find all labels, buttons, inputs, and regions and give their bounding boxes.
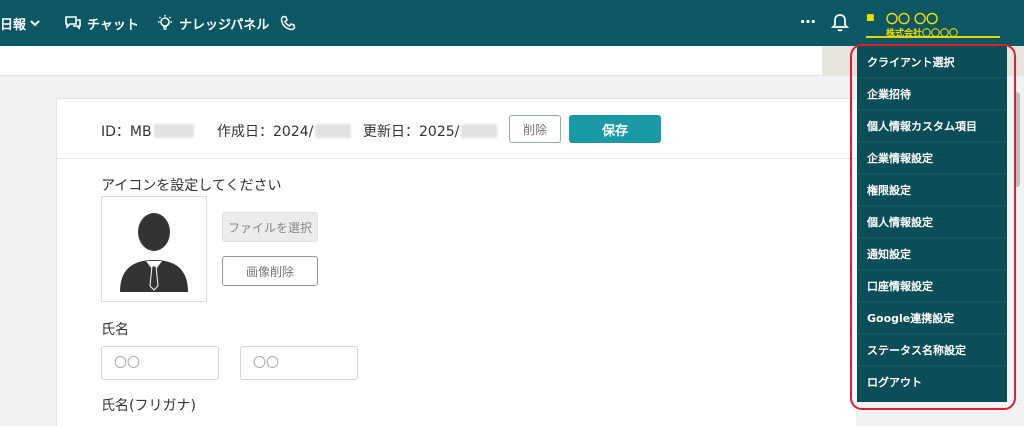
nav-daily-report-label: 日報 bbox=[0, 17, 27, 33]
masked-created-date bbox=[315, 124, 352, 138]
last-name-input[interactable] bbox=[101, 346, 219, 380]
nav-chat-label: チャット bbox=[87, 17, 139, 33]
nav-knowledge-panel-label: ナレッジパネル bbox=[179, 17, 270, 33]
record-id-label: ID：MB bbox=[101, 124, 152, 140]
masked-id bbox=[153, 124, 194, 138]
avatar-placeholder-icon bbox=[120, 213, 188, 292]
highlight-outline bbox=[850, 44, 1016, 410]
card-header: ID：MB 作成日：2024/ 更新日：2025/ 削除 保存 bbox=[57, 99, 857, 159]
kana-name-label: 氏名(フリガナ) bbox=[101, 398, 196, 414]
user-badge-icon: ■ bbox=[866, 13, 875, 23]
delete-button[interactable]: 削除 bbox=[509, 115, 561, 143]
file-select-button[interactable]: ファイルを選択 bbox=[222, 212, 318, 242]
save-button[interactable]: 保存 bbox=[569, 115, 661, 143]
icon-setting-label: アイコンを設定してください bbox=[101, 178, 282, 194]
updated-date-label: 更新日：2025/ bbox=[363, 124, 460, 140]
chevron-down-icon bbox=[30, 20, 40, 27]
masked-updated-date bbox=[461, 124, 498, 138]
image-delete-button[interactable]: 画像削除 bbox=[222, 256, 318, 286]
phone-icon bbox=[280, 15, 296, 31]
nav-phone[interactable] bbox=[280, 0, 301, 46]
nav-daily-report[interactable]: 日報 bbox=[0, 0, 41, 46]
nav-knowledge-panel[interactable]: ナレッジパネル bbox=[156, 0, 269, 46]
bell-icon[interactable] bbox=[831, 13, 849, 33]
nav-chat[interactable]: チャット bbox=[64, 0, 139, 46]
avatar-preview bbox=[101, 196, 207, 302]
profile-card: ID：MB 作成日：2024/ 更新日：2025/ 削除 保存 アイコンを設定し… bbox=[56, 98, 857, 426]
user-company: 株式会社〇〇〇〇 bbox=[886, 29, 959, 39]
first-name-input[interactable] bbox=[240, 346, 358, 380]
more-icon[interactable]: ⋯ bbox=[800, 12, 817, 31]
user-menu-trigger[interactable]: ■ 〇〇 〇〇 株式会社〇〇〇〇 bbox=[866, 10, 1000, 39]
created-date-label: 作成日：2024/ bbox=[217, 124, 314, 140]
top-navigation-bar: 日報 チャット ナレッジパネル ⋯ ■ 〇〇 〇〇 株式会社〇〇〇〇 bbox=[0, 0, 1024, 46]
record-id: ID：MB bbox=[101, 121, 194, 141]
name-label: 氏名 bbox=[101, 322, 129, 338]
created-date: 作成日：2024/ bbox=[217, 121, 352, 141]
updated-date: 更新日：2025/ bbox=[363, 121, 498, 141]
user-name: 〇〇 〇〇 bbox=[886, 12, 939, 26]
chat-icon bbox=[65, 16, 81, 30]
lightbulb-icon bbox=[158, 15, 172, 30]
